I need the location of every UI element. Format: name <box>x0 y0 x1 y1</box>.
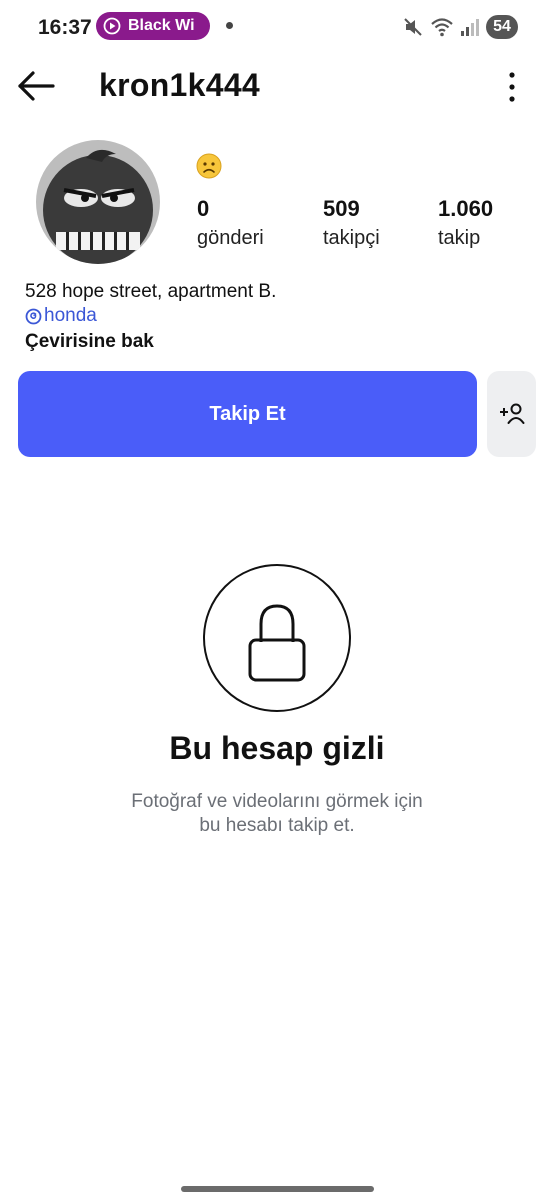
back-arrow-icon[interactable] <box>16 68 56 104</box>
media-title: Black Wi <box>128 17 195 34</box>
media-pill[interactable]: Black Wi <box>96 12 210 40</box>
stat-label: takipçi <box>323 227 380 249</box>
private-description: Fotoğraf ve videolarını görmek için bu h… <box>80 790 474 838</box>
status-bar: 16:37 Black Wi 54 <box>0 0 554 52</box>
stat-label: gönderi <box>197 227 264 249</box>
profile-header: kron1k444 <box>0 60 554 112</box>
media-play-icon <box>103 17 121 35</box>
stat-value: 1.060 <box>438 196 494 221</box>
suggested-users-button[interactable] <box>487 371 536 457</box>
threads-link-label: honda <box>44 305 97 326</box>
home-indicator[interactable] <box>181 1186 374 1192</box>
stat-following[interactable]: 1.060 takip <box>438 196 493 250</box>
stat-label: takip <box>438 227 481 249</box>
system-icons: 54 <box>402 14 518 40</box>
stat-value: 509 <box>323 196 360 221</box>
lock-icon <box>248 604 306 682</box>
more-vertical-icon[interactable] <box>502 70 522 104</box>
private-description-line: bu hesabı takip et. <box>199 815 355 836</box>
add-person-icon <box>499 403 524 424</box>
private-title: Bu hesap gizli <box>169 730 385 766</box>
bio-text: 528 hope street, apartment B. <box>25 281 277 302</box>
notification-dot <box>226 22 233 29</box>
stat-value: 0 <box>197 196 210 221</box>
threads-link[interactable]: honda <box>25 304 276 328</box>
private-lock-badge <box>203 564 351 712</box>
status-time: 16:37 <box>38 16 92 39</box>
avatar-image <box>36 140 160 264</box>
frowning-face-emoji-icon <box>196 153 222 179</box>
page-title: kron1k444 <box>99 67 261 103</box>
threads-icon <box>25 308 42 324</box>
battery-icon: 54 <box>486 15 518 39</box>
wifi-icon <box>431 18 453 37</box>
signal-icon <box>461 19 479 36</box>
bio: 528 hope street, apartment B. honda Çevi… <box>25 280 276 354</box>
stat-followers[interactable]: 509 takipçi <box>323 196 380 250</box>
translate-link[interactable]: Çevirisine bak <box>25 330 276 354</box>
follow-button[interactable]: Takip Et <box>18 371 477 457</box>
avatar[interactable] <box>36 140 160 264</box>
private-description-line: Fotoğraf ve videolarını görmek için <box>131 791 423 812</box>
mute-icon <box>404 18 422 36</box>
stat-posts[interactable]: 0 gönderi <box>197 196 264 250</box>
